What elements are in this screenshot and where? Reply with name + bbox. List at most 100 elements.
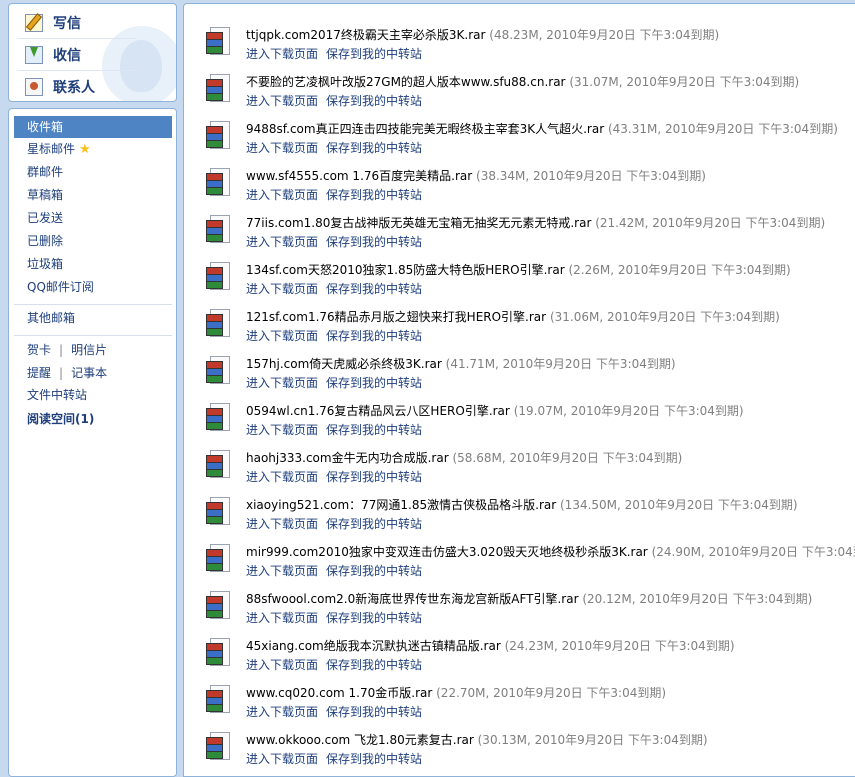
inbox-link[interactable]: 收信 xyxy=(25,44,81,66)
save-to-transfer-link[interactable]: 保存到我的中转站 xyxy=(326,329,422,343)
save-to-transfer-link[interactable]: 保存到我的中转站 xyxy=(326,47,422,61)
file-name[interactable]: 77iis.com1.80复古战神版无英雄无宝箱无抽奖无元素无特戒.rar xyxy=(246,216,591,230)
save-to-transfer-link[interactable]: 保存到我的中转站 xyxy=(326,235,422,249)
nav-other-mailbox[interactable]: 其他邮箱 xyxy=(14,307,172,329)
attachment-row: www.okkooo.com 飞龙1.80元素复古.rar (30.13M, 2… xyxy=(206,729,855,769)
save-to-transfer-link[interactable]: 保存到我的中转站 xyxy=(326,470,422,484)
rar-file-icon xyxy=(206,450,232,480)
save-to-transfer-link[interactable]: 保存到我的中转站 xyxy=(326,658,422,672)
compose-link[interactable]: 写信 xyxy=(25,12,81,34)
file-name[interactable]: ttjqpk.com2017终极霸天主宰必杀版3K.rar xyxy=(246,28,485,42)
nav-starred[interactable]: 星标邮件 ★ xyxy=(14,138,172,160)
file-info: xiaoying521.com：77网通1.85激情古侠极品格斗版.rar (1… xyxy=(246,496,798,513)
nav-inbox[interactable]: 收件箱 xyxy=(14,116,172,138)
save-to-transfer-link[interactable]: 保存到我的中转站 xyxy=(326,282,422,296)
nav-file-transfer[interactable]: 文件中转站 xyxy=(27,384,87,406)
nav-group-mail[interactable]: 群邮件 xyxy=(14,161,172,183)
nav-card[interactable]: 贺卡 xyxy=(27,343,51,357)
download-page-link[interactable]: 进入下载页面 xyxy=(246,188,318,202)
rar-file-icon xyxy=(206,356,232,386)
file-actions: 进入下载页面 保存到我的中转站 xyxy=(246,703,430,720)
download-page-link[interactable]: 进入下载页面 xyxy=(246,423,318,437)
file-name[interactable]: 45xiang.com绝版我本沉默执迷古镇精品版.rar xyxy=(246,639,501,653)
compose-icon xyxy=(25,14,43,32)
divider xyxy=(17,70,136,71)
save-to-transfer-link[interactable]: 保存到我的中转站 xyxy=(326,141,422,155)
save-to-transfer-link[interactable]: 保存到我的中转站 xyxy=(326,517,422,531)
divider xyxy=(17,38,136,39)
download-page-link[interactable]: 进入下载页面 xyxy=(246,329,318,343)
save-to-transfer-link[interactable]: 保存到我的中转站 xyxy=(326,611,422,625)
rar-file-icon xyxy=(206,591,232,621)
nav-spam[interactable]: 垃圾箱 xyxy=(14,253,172,275)
save-to-transfer-link[interactable]: 保存到我的中转站 xyxy=(326,94,422,108)
attachment-row: www.cq020.com 1.70金币版.rar (22.70M, 2010年… xyxy=(206,682,855,722)
file-name[interactable]: 88sfwoool.com2.0新海底世界传世东海龙宫新版AFT引擎.rar xyxy=(246,592,579,606)
download-page-link[interactable]: 进入下载页面 xyxy=(246,752,318,766)
file-name[interactable]: www.cq020.com 1.70金币版.rar xyxy=(246,686,432,700)
nav-postcard[interactable]: 明信片 xyxy=(71,343,107,357)
nav-label: 收件箱 xyxy=(27,120,64,134)
file-info: mir999.com2010独家中变双连击仿盛大3.020毁天灭地终极秒杀版3K… xyxy=(246,543,855,560)
download-page-link[interactable]: 进入下载页面 xyxy=(246,705,318,719)
inbox-label: 收信 xyxy=(53,48,81,64)
file-name[interactable]: haohj333.com金牛无内功合成版.rar xyxy=(246,451,449,465)
file-name[interactable]: 不要脸的艺凌枫叶改版27GM的超人版本www.sfu88.cn.rar xyxy=(246,75,565,89)
save-to-transfer-link[interactable]: 保存到我的中转站 xyxy=(326,423,422,437)
download-page-link[interactable]: 进入下载页面 xyxy=(246,94,318,108)
attachment-row: 不要脸的艺凌枫叶改版27GM的超人版本www.sfu88.cn.rar (31.… xyxy=(206,71,855,111)
rar-file-icon xyxy=(206,544,232,574)
nav-sent[interactable]: 已发送 xyxy=(14,207,172,229)
nav-deleted[interactable]: 已删除 xyxy=(14,230,172,252)
attachment-row: mir999.com2010独家中变双连击仿盛大3.020毁天灭地终极秒杀版3K… xyxy=(206,541,855,581)
nav-notepad[interactable]: 记事本 xyxy=(71,366,107,380)
rar-file-icon xyxy=(206,168,232,198)
save-to-transfer-link[interactable]: 保存到我的中转站 xyxy=(326,705,422,719)
file-name[interactable]: www.sf4555.com 1.76百度完美精品.rar xyxy=(246,169,472,183)
download-page-link[interactable]: 进入下载页面 xyxy=(246,141,318,155)
save-to-transfer-link[interactable]: 保存到我的中转站 xyxy=(326,752,422,766)
save-to-transfer-link[interactable]: 保存到我的中转站 xyxy=(326,188,422,202)
file-info: www.cq020.com 1.70金币版.rar (22.70M, 2010年… xyxy=(246,684,666,701)
file-meta: (24.90M, 2010年9月20日 下午3:04到期) xyxy=(651,545,855,559)
nav-divider xyxy=(14,304,172,305)
file-info: ttjqpk.com2017终极霸天主宰必杀版3K.rar (48.23M, 2… xyxy=(246,26,719,43)
file-name[interactable]: mir999.com2010独家中变双连击仿盛大3.020毁天灭地终极秒杀版3K… xyxy=(246,545,648,559)
star-icon: ★ xyxy=(79,142,91,157)
file-meta: (19.07M, 2010年9月20日 下午3:04到期) xyxy=(513,404,744,418)
rar-file-icon xyxy=(206,121,232,151)
file-name[interactable]: 134sf.com天怒2010独家1.85防盛大特色版HERO引擎.rar xyxy=(246,263,565,277)
nav-reminder[interactable]: 提醒 xyxy=(27,366,51,380)
save-to-transfer-link[interactable]: 保存到我的中转站 xyxy=(326,376,422,390)
nav-drafts[interactable]: 草稿箱 xyxy=(14,184,172,206)
download-page-link[interactable]: 进入下载页面 xyxy=(246,517,318,531)
download-page-link[interactable]: 进入下载页面 xyxy=(246,47,318,61)
download-page-link[interactable]: 进入下载页面 xyxy=(246,376,318,390)
attachment-row: 77iis.com1.80复古战神版无英雄无宝箱无抽奖无元素无特戒.rar (2… xyxy=(206,212,855,252)
download-page-link[interactable]: 进入下载页面 xyxy=(246,470,318,484)
nav-card-row: 贺卡 | 明信片 xyxy=(27,339,107,361)
download-page-link[interactable]: 进入下载页面 xyxy=(246,658,318,672)
nav-reading-space[interactable]: 阅读空间(1) xyxy=(27,408,94,430)
download-page-link[interactable]: 进入下载页面 xyxy=(246,282,318,296)
file-name[interactable]: 9488sf.com真正四连击四技能完美无暇终极主宰套3K人气超火.rar xyxy=(246,122,604,136)
file-name[interactable]: xiaoying521.com：77网通1.85激情古侠极品格斗版.rar xyxy=(246,498,556,512)
nav-label: 已删除 xyxy=(27,234,64,248)
attachment-row: 0594wl.cn1.76复古精品风云八区HERO引擎.rar (19.07M,… xyxy=(206,400,855,440)
rar-file-icon xyxy=(206,638,232,668)
download-page-link[interactable]: 进入下载页面 xyxy=(246,564,318,578)
file-name[interactable]: 121sf.com1.76精品赤月版之翅快来打我HERO引擎.rar xyxy=(246,310,546,324)
rar-books-shape xyxy=(206,596,223,618)
file-meta: (41.71M, 2010年9月20日 下午3:04到期) xyxy=(445,357,676,371)
file-name[interactable]: 0594wl.cn1.76复古精品风云八区HERO引擎.rar xyxy=(246,404,510,418)
download-page-link[interactable]: 进入下载页面 xyxy=(246,611,318,625)
file-name[interactable]: www.okkooo.com 飞龙1.80元素复古.rar xyxy=(246,733,474,747)
save-to-transfer-link[interactable]: 保存到我的中转站 xyxy=(326,564,422,578)
nav-qq-subscription[interactable]: QQ邮件订阅 xyxy=(14,276,172,298)
rar-books-shape xyxy=(206,220,223,242)
file-meta: (31.06M, 2010年9月20日 下午3:04到期) xyxy=(549,310,780,324)
contacts-link[interactable]: 联系人 xyxy=(25,76,95,98)
file-name[interactable]: 157hj.com倚天虎威必杀终极3K.rar xyxy=(246,357,442,371)
download-page-link[interactable]: 进入下载页面 xyxy=(246,235,318,249)
nav-label: 星标邮件 xyxy=(27,142,76,156)
